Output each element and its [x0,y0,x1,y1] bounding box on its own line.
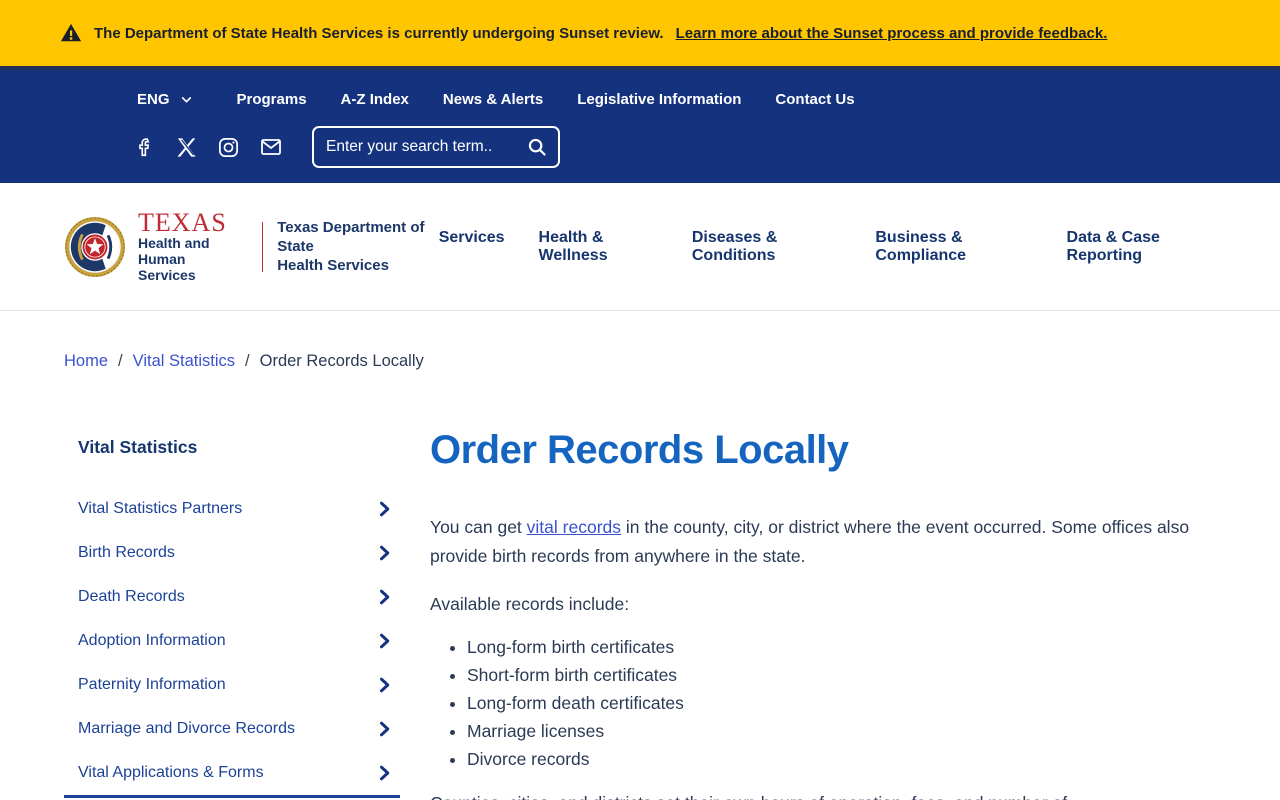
partial-paragraph: Counties, cities, and districts set thei… [430,789,1216,800]
breadcrumb-home[interactable]: Home [64,352,108,371]
hhs-logo[interactable]: TEXAS Health and Human Services Texas De… [64,207,439,283]
email-icon[interactable] [258,135,283,160]
alert-text: The Department of State Health Services … [94,24,664,42]
chevron-right-icon [374,543,394,563]
chevron-right-icon [374,631,394,651]
search-icon[interactable] [526,136,548,158]
sunset-alert-banner: The Department of State Health Services … [0,0,1280,66]
nav-diseases-conditions[interactable]: Diseases & Conditions [692,229,841,265]
logo-texas-text: TEXAS [138,207,227,237]
chevron-right-icon [374,719,394,739]
chevron-right-icon [374,587,394,607]
utility-nav: ENG Programs A-Z Index News & Alerts Leg… [0,70,1280,183]
records-list-intro: Available records include: [430,594,630,614]
sidebar-divider [64,795,400,798]
language-dropdown[interactable]: ENG [137,91,193,108]
x-twitter-icon[interactable] [174,135,199,160]
utility-link-az-index[interactable]: A-Z Index [341,91,409,108]
texas-hhs-seal-icon [64,216,126,278]
sidebar-item-adoption-information[interactable]: Adoption Information [64,619,400,663]
instagram-icon[interactable] [216,135,241,160]
intro-paragraph: You can get vital records in the county,… [430,513,1216,570]
sidebar-item-vital-statistics-partners[interactable]: Vital Statistics Partners [64,487,400,531]
sunset-feedback-link[interactable]: Learn more about the Sunset process and … [676,25,1108,42]
sidebar-item-birth-records[interactable]: Birth Records [64,531,400,575]
department-name: Texas Department of State Health Service… [277,219,425,274]
vital-records-link[interactable]: vital records [527,517,621,537]
sidebar-item-vital-applications-forms[interactable]: Vital Applications & Forms [64,751,400,795]
main-nav: Services Health & Wellness Diseases & Co… [439,229,1216,265]
facebook-icon[interactable] [132,135,157,160]
utility-link-programs[interactable]: Programs [237,91,307,108]
utility-link-news-alerts[interactable]: News & Alerts [443,91,543,108]
list-item: Long-form birth certificates [467,633,1216,661]
sidebar-item-paternity-information[interactable]: Paternity Information [64,663,400,707]
records-list: Long-form birth certificates Short-form … [430,633,1216,773]
sidebar-title: Vital Statistics [78,437,198,457]
chevron-down-icon [180,93,193,106]
nav-business-compliance[interactable]: Business & Compliance [875,229,1032,265]
chevron-right-icon [374,675,394,695]
intro-text-before: You can get [430,517,527,537]
logo-sub-line1: Health and Human [138,234,210,267]
page-title: Order Records Locally [430,428,849,472]
nav-services[interactable]: Services [439,229,505,265]
sidebar-item-marriage-divorce-records[interactable]: Marriage and Divorce Records [64,707,400,751]
logo-divider [261,221,264,272]
breadcrumb-separator: / [245,352,250,370]
list-item: Short-form birth certificates [467,661,1216,689]
nav-data-case-reporting[interactable]: Data & Case Reporting [1067,229,1216,265]
breadcrumb: Home / Vital Statistics / Order Records … [64,352,1280,371]
main-content: Order Records Locally You can get vital … [430,419,1216,800]
chevron-right-icon [374,499,394,519]
search-box [312,126,560,168]
utility-link-legislative-information[interactable]: Legislative Information [577,91,741,108]
language-label: ENG [137,90,170,108]
vital-statistics-sidebar: Vital Statistics Vital Statistics Partne… [64,419,400,800]
logo-sub-line2: Services [138,266,196,283]
search-input[interactable] [326,138,526,156]
breadcrumb-vital-statistics[interactable]: Vital Statistics [133,352,235,371]
site-header: TEXAS Health and Human Services Texas De… [0,183,1280,311]
nav-health-wellness[interactable]: Health & Wellness [539,229,658,265]
list-item: Long-form death certificates [467,689,1216,717]
list-item: Marriage licenses [467,717,1216,745]
chevron-right-icon [374,763,394,783]
breadcrumb-current: Order Records Locally [259,352,424,370]
breadcrumb-separator: / [118,352,123,370]
sidebar-item-death-records[interactable]: Death Records [64,575,400,619]
warning-icon [60,22,82,44]
utility-link-contact-us[interactable]: Contact Us [775,91,854,108]
list-item: Divorce records [467,745,1216,773]
